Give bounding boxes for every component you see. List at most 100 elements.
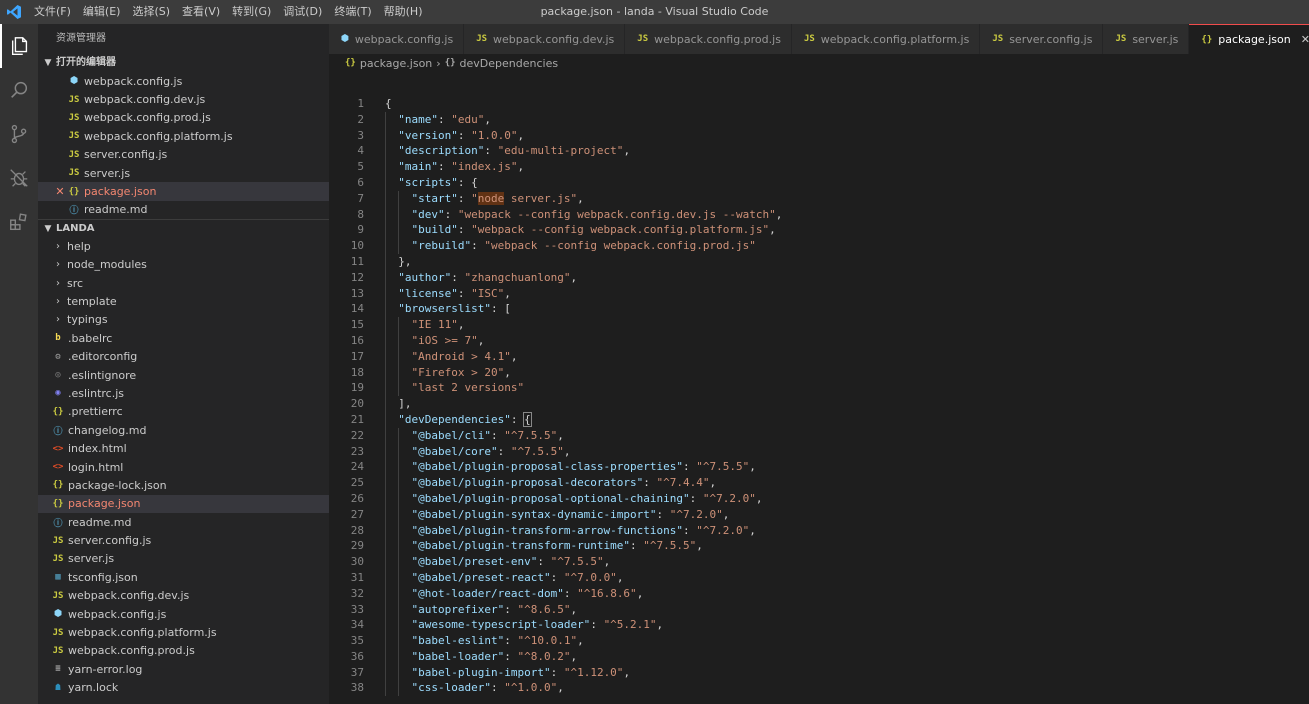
open-editor-item[interactable]: ✕{} package.json bbox=[38, 182, 329, 201]
code-token: "Firefox > 20" bbox=[411, 365, 505, 379]
open-editor-item[interactable]: ⬢ webpack.config.js bbox=[38, 72, 329, 90]
file-name: package.json bbox=[84, 185, 157, 199]
tab-label: webpack.config.platform.js bbox=[820, 32, 970, 46]
indent-guide bbox=[385, 664, 386, 681]
code-token: : bbox=[504, 602, 518, 616]
breadcrumb-symbol[interactable]: devDependencies bbox=[460, 57, 559, 70]
file-item[interactable]: {} .prettierrc bbox=[38, 403, 329, 421]
indent-guide bbox=[385, 111, 386, 128]
file-name: index.html bbox=[68, 442, 127, 456]
code-token: "babel-loader" bbox=[411, 649, 505, 663]
indent-guide bbox=[398, 332, 400, 349]
file-item[interactable]: ◎ .eslintignore bbox=[38, 366, 329, 384]
debug-button[interactable] bbox=[0, 156, 38, 200]
line-text: "Android > 4.1", bbox=[364, 348, 517, 365]
editor-tab[interactable]: ⬢ webpack.config.js bbox=[329, 24, 465, 54]
file-item[interactable]: ☗ yarn.lock bbox=[38, 679, 329, 697]
editor-tab[interactable]: JS webpack.config.dev.js bbox=[464, 24, 626, 54]
code-token: "babel-eslint" bbox=[411, 634, 505, 648]
code-token: "webpack --config webpack.config.dev.js … bbox=[457, 207, 776, 221]
menu-item[interactable]: 调试(D) bbox=[277, 0, 328, 24]
webpack-file-icon: ⬢ bbox=[341, 34, 349, 44]
editor-tab[interactable]: {} package.json ✕ bbox=[1189, 24, 1309, 54]
file-item[interactable]: JS webpack.config.platform.js bbox=[38, 623, 329, 641]
chevron-right-icon: › bbox=[56, 295, 60, 307]
code-token: ], bbox=[398, 397, 412, 411]
code-token: "iOS >= 7" bbox=[411, 333, 478, 347]
code-token: : bbox=[497, 444, 511, 458]
project-label: LANDA bbox=[56, 222, 95, 234]
code-line: 12 "author": "zhangchuanlong", bbox=[329, 269, 782, 286]
breadcrumb-file[interactable]: package.json bbox=[360, 57, 432, 70]
search-button[interactable] bbox=[0, 68, 38, 112]
code-token: : bbox=[504, 634, 518, 648]
open-editor-item[interactable]: JS webpack.config.prod.js bbox=[38, 109, 329, 127]
file-item[interactable]: ⚙ .editorconfig bbox=[38, 347, 329, 365]
file-item[interactable]: b .babelrc bbox=[38, 329, 329, 347]
folder-item[interactable]: › template bbox=[38, 292, 329, 310]
editor-tab[interactable]: JS server.config.js bbox=[980, 24, 1104, 54]
editor-tab[interactable]: JS webpack.config.prod.js bbox=[625, 24, 792, 54]
close-icon[interactable]: ✕ bbox=[54, 185, 66, 198]
menu-item[interactable]: 帮助(H) bbox=[378, 0, 429, 24]
close-icon[interactable]: ✕ bbox=[1301, 33, 1309, 46]
line-number: 17 bbox=[350, 349, 364, 363]
folder-item[interactable]: › src bbox=[38, 274, 329, 292]
file-item[interactable]: ≡ yarn-error.log bbox=[38, 660, 329, 678]
menu-item[interactable]: 终端(T) bbox=[328, 0, 377, 24]
file-item[interactable]: ◉ .eslintrc.js bbox=[38, 384, 329, 402]
open-editors-header[interactable]: ▼ 打开的编辑器 bbox=[38, 54, 329, 72]
menu-item[interactable]: 文件(F) bbox=[28, 0, 77, 24]
folder-item[interactable]: › help bbox=[38, 237, 329, 255]
code-token: "webpack --config webpack.config.prod.js… bbox=[484, 239, 756, 253]
indent-guide bbox=[385, 174, 386, 191]
open-editor-item[interactable]: ⓘ readme.md bbox=[38, 201, 329, 219]
code-token: "awesome-typescript-loader" bbox=[411, 618, 591, 632]
file-item[interactable]: ⬢ webpack.config.js bbox=[38, 605, 329, 623]
js-file-icon: JS bbox=[476, 34, 488, 44]
code-editor[interactable]: 1{2 "name": "edu", 3 "version": "1.0.0", 4… bbox=[329, 72, 1309, 704]
indent-guide bbox=[385, 411, 386, 428]
line-number: 21 bbox=[350, 412, 364, 426]
indent-guide bbox=[398, 348, 400, 365]
file-item[interactable]: <> login.html bbox=[38, 458, 329, 476]
code-token: , bbox=[603, 555, 611, 569]
code-token: "autoprefixer" bbox=[411, 602, 505, 616]
editor-tab[interactable]: JS webpack.config.platform.js bbox=[791, 24, 981, 54]
open-editor-item[interactable]: JS webpack.config.platform.js bbox=[38, 127, 329, 145]
explorer-button[interactable] bbox=[0, 24, 38, 68]
open-editor-item[interactable]: JS webpack.config.dev.js bbox=[38, 90, 329, 108]
indent-guide bbox=[398, 364, 400, 381]
file-item[interactable]: {} package.json bbox=[38, 494, 329, 513]
line-number: 2 bbox=[357, 112, 364, 126]
menu-item[interactable]: 转到(G) bbox=[226, 0, 277, 24]
file-item[interactable]: ⓘ readme.md bbox=[38, 513, 329, 531]
file-item[interactable]: JS webpack.config.prod.js bbox=[38, 642, 329, 660]
menu-item[interactable]: 选择(S) bbox=[126, 0, 176, 24]
code-token: , bbox=[623, 144, 631, 158]
open-editors-list: ⬢ webpack.config.js JS webpack.config.dev.j… bbox=[38, 72, 329, 219]
file-item[interactable]: ▦ tsconfig.json bbox=[38, 568, 329, 586]
open-editor-item[interactable]: JS server.js bbox=[38, 164, 329, 182]
file-item[interactable]: JS server.config.js bbox=[38, 531, 329, 549]
editor-tab[interactable]: JS server.js bbox=[1103, 24, 1190, 54]
line-number: 1 bbox=[357, 97, 364, 110]
project-header[interactable]: ▼ LANDA bbox=[38, 219, 329, 238]
open-editor-item[interactable]: JS server.config.js bbox=[38, 146, 329, 164]
indent-guide bbox=[385, 585, 386, 602]
code-token: , bbox=[563, 444, 571, 458]
code-token: "babel-plugin-import" bbox=[411, 665, 551, 679]
extensions-button[interactable] bbox=[0, 200, 38, 244]
file-item[interactable]: {} package-lock.json bbox=[38, 476, 329, 494]
line-number: 9 bbox=[357, 223, 364, 237]
folder-item[interactable]: › node_modules bbox=[38, 256, 329, 274]
menu-item[interactable]: 查看(V) bbox=[176, 0, 226, 24]
file-item[interactable]: ⓘ changelog.md bbox=[38, 421, 329, 439]
code-line: 20 ], bbox=[329, 396, 782, 412]
source-control-button[interactable] bbox=[0, 112, 38, 156]
file-item[interactable]: JS server.js bbox=[38, 550, 329, 568]
file-item[interactable]: JS webpack.config.dev.js bbox=[38, 587, 329, 605]
file-item[interactable]: <> index.html bbox=[38, 439, 329, 457]
menu-item[interactable]: 编辑(E) bbox=[77, 0, 127, 24]
folder-item[interactable]: › typings bbox=[38, 311, 329, 329]
